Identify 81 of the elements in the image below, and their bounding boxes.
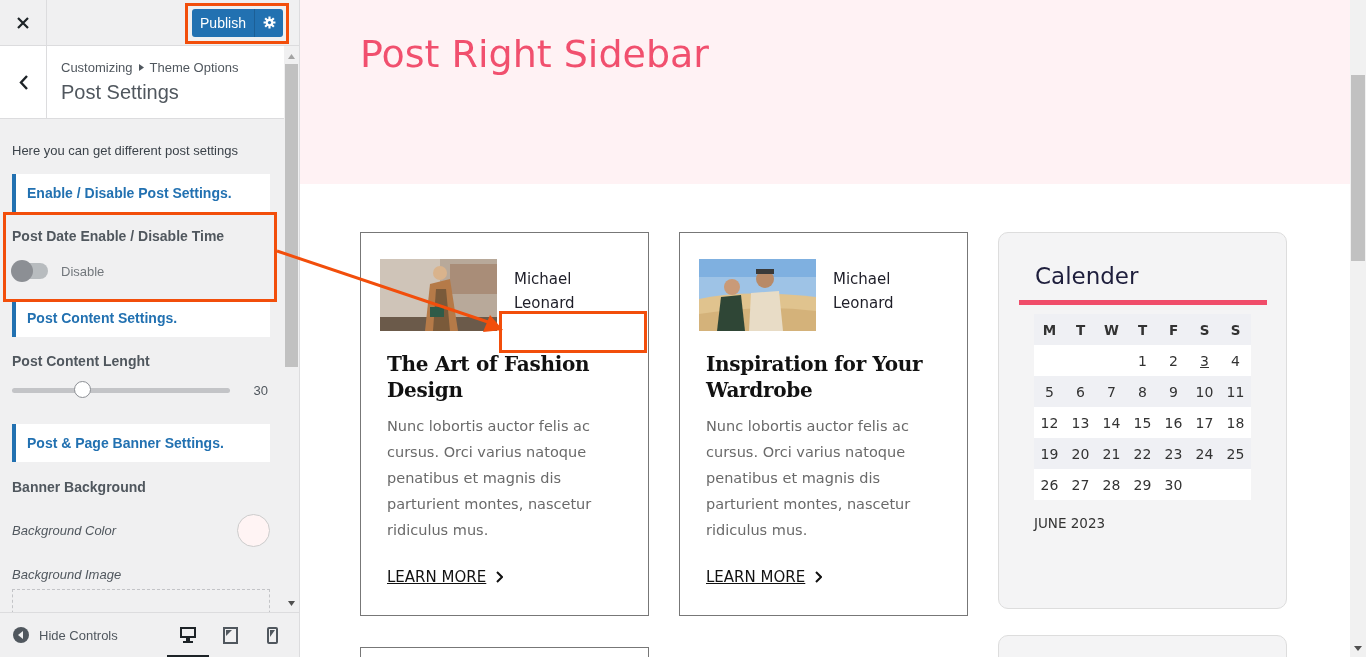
calendar-day: 23: [1158, 438, 1189, 469]
hide-controls-button[interactable]: Hide Controls: [13, 627, 118, 643]
calendar-day: 30: [1158, 469, 1189, 500]
weekday-label: M: [1034, 314, 1065, 345]
calendar-day: 24: [1189, 438, 1220, 469]
color-swatch[interactable]: [237, 514, 270, 547]
learn-more-link[interactable]: LEARN MORE: [387, 568, 504, 586]
section-heading[interactable]: Post & Page Banner Settings.: [12, 424, 270, 462]
group-label: Banner Background: [12, 479, 147, 495]
weekday-label: T: [1065, 314, 1096, 345]
scroll-down-icon[interactable]: [1354, 646, 1362, 651]
description-text: Here you can get different post settings: [12, 143, 239, 158]
chevron-right-icon: [496, 571, 504, 583]
collapse-icon: [13, 627, 29, 643]
post-excerpt: Nunc lobortis auctor felis ac cursus. Orci varius natoque penatibus et magnis dis parturient montes, nascetur ridiculus mus.: [706, 417, 912, 540]
toggle-switch[interactable]: [12, 263, 48, 279]
calendar-day: 19: [1034, 438, 1065, 469]
weekday-label: W: [1096, 314, 1127, 345]
calendar-day: 1: [1127, 345, 1158, 376]
mobile-icon: [266, 626, 278, 644]
learn-more-link[interactable]: LEARN MORE: [706, 568, 823, 586]
control-label: Post Date Enable / Disable Time: [12, 228, 226, 244]
calendar-day: 2: [1158, 345, 1189, 376]
calendar-day: 10: [1189, 376, 1220, 407]
calendar-caption: JUNE 2023: [1034, 515, 1107, 531]
calendar-day: 25: [1220, 438, 1251, 469]
widget-title: Calender: [1034, 263, 1140, 289]
control-label: Background Image: [12, 567, 123, 583]
chevron-right-icon: [815, 571, 823, 583]
publish-button[interactable]: Publish: [192, 8, 283, 37]
desktop-icon: [180, 627, 196, 643]
calendar-day: 16: [1158, 407, 1189, 438]
calendar-day: 11: [1220, 376, 1251, 407]
section-heading[interactable]: Enable / Disable Post Settings.: [12, 174, 270, 212]
calendar-day-link[interactable]: 3: [1200, 352, 1209, 369]
settings-icon[interactable]: [262, 16, 276, 29]
post-author: Michael Leonard: [514, 269, 576, 314]
scrollbar-thumb[interactable]: [285, 64, 298, 367]
calendar-day: 21: [1096, 438, 1127, 469]
scrollbar-thumb[interactable]: [1351, 75, 1365, 261]
breadcrumb-arrow-icon: [138, 64, 144, 71]
weekday-label: S: [1220, 314, 1251, 345]
control-label: Post Content Lenght: [12, 353, 151, 369]
calendar-day: 22: [1127, 438, 1158, 469]
calendar-day: 7: [1096, 376, 1127, 407]
toggle-state-text: Disable: [61, 263, 105, 279]
calendar-day: 8: [1127, 376, 1158, 407]
weekday-label: S: [1189, 314, 1220, 345]
calendar-day: 4: [1220, 345, 1251, 376]
weekday-label: F: [1158, 314, 1189, 345]
calendar-day: 29: [1127, 469, 1158, 500]
post-title[interactable]: The Art of Fashion Design: [387, 351, 629, 403]
calendar-day: 27: [1065, 469, 1096, 500]
scrollbar[interactable]: [1350, 0, 1366, 657]
breadcrumb-text: Theme Options: [149, 60, 239, 75]
page-title: Post Right Sidebar: [360, 32, 710, 76]
calendar-day: 15: [1127, 407, 1158, 438]
post-title[interactable]: Inspiration for Your Wardrobe: [706, 351, 948, 403]
post-author: Michael Leonard: [833, 269, 895, 314]
calendar-day: 20: [1065, 438, 1096, 469]
close-icon: [17, 16, 29, 29]
scroll-down-icon[interactable]: [288, 601, 295, 606]
calendar-day: 12: [1034, 407, 1065, 438]
breadcrumb-text: Customizing: [61, 60, 133, 75]
calendar-day: 9: [1158, 376, 1189, 407]
weekday-label: T: [1127, 314, 1158, 345]
calendar-day: 14: [1096, 407, 1127, 438]
calendar-day: 6: [1065, 376, 1096, 407]
calendar-day: 18: [1220, 407, 1251, 438]
control-label: Background Color: [12, 522, 117, 539]
calendar-day: 5: [1034, 376, 1065, 407]
post-excerpt: Nunc lobortis auctor felis ac cursus. Orci varius natoque penatibus et magnis dis parturient montes, nascetur ridiculus mus.: [387, 417, 593, 540]
slider-value: 30: [253, 383, 268, 398]
scroll-up-icon[interactable]: [288, 54, 295, 59]
section-title: Post Settings: [61, 81, 180, 104]
calendar-day: 13: [1065, 407, 1096, 438]
slider-thumb[interactable]: [73, 381, 91, 398]
calendar-day: 17: [1189, 407, 1220, 438]
tablet-icon: [222, 626, 238, 644]
calendar-day: 26: [1034, 469, 1065, 500]
calendar-day: 28: [1096, 469, 1127, 500]
